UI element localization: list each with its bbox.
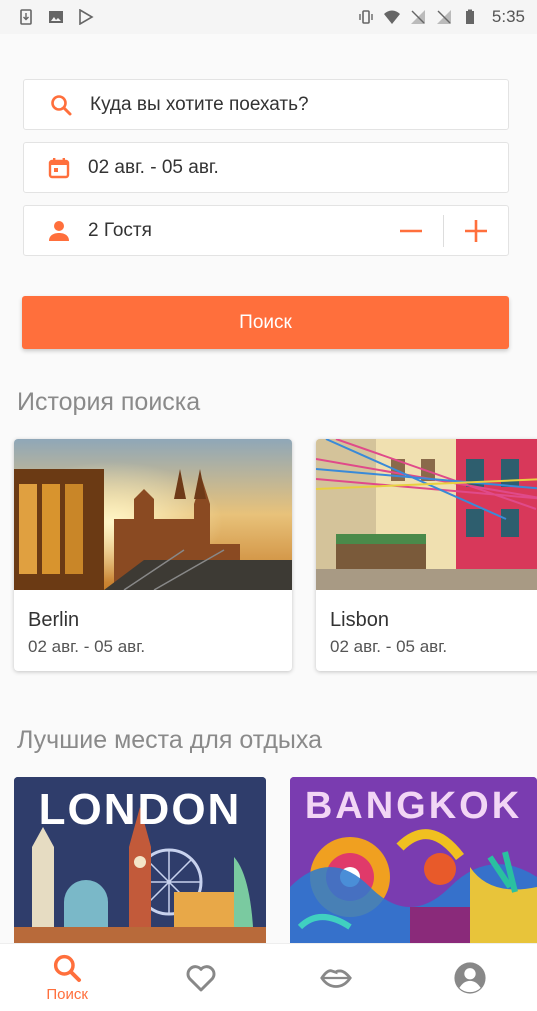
nav-kiss[interactable]	[269, 944, 403, 1011]
guests-value: 2 Гостя	[88, 219, 152, 241]
lips-icon	[319, 968, 352, 988]
search-icon	[48, 92, 74, 118]
minus-icon	[400, 229, 422, 232]
nav-favorites[interactable]	[134, 944, 268, 1011]
guests-stepper	[379, 206, 508, 255]
heart-icon	[186, 964, 216, 991]
guests-field: 2 Гостя	[23, 205, 509, 256]
history-title: История поиска	[17, 388, 201, 416]
plus-icon	[465, 219, 487, 242]
download-notification-icon	[20, 9, 32, 25]
berlin-photo	[14, 439, 292, 590]
destination-placeholder: Куда вы хотите поехать?	[90, 93, 309, 115]
account-icon	[454, 961, 486, 994]
decrement-button[interactable]	[379, 206, 443, 255]
vibrate-icon	[359, 10, 373, 24]
search-icon	[54, 954, 82, 982]
history-dates: 02 авг. - 05 авг.	[330, 637, 448, 656]
place-title: LONDON	[38, 785, 242, 834]
status-time: 5:35	[491, 7, 525, 26]
calendar-icon	[46, 155, 72, 181]
lisbon-photo	[316, 439, 537, 590]
history-card-lisbon[interactable]: Lisbon 02 авг. - 05 авг.	[316, 439, 537, 671]
search-button[interactable]: Поиск	[22, 296, 509, 349]
signal-off-icon-2	[436, 10, 451, 24]
dates-value: 02 авг. - 05 авг.	[88, 156, 219, 178]
wifi-icon	[383, 10, 400, 24]
history-card-berlin[interactable]: Berlin 02 авг. - 05 авг.	[14, 439, 292, 671]
play-store-notification-icon	[79, 9, 94, 25]
person-icon	[46, 218, 72, 244]
battery-icon	[465, 9, 474, 24]
history-city: Lisbon	[330, 609, 389, 631]
best-places-title: Лучшие места для отдыха	[17, 726, 323, 754]
increment-button[interactable]	[444, 206, 508, 255]
nav-search-label: Поиск	[46, 986, 88, 1003]
image-notification-icon	[49, 11, 63, 23]
destination-field[interactable]: Куда вы хотите поехать?	[23, 79, 509, 130]
bottom-navigation: Поиск	[0, 943, 537, 1011]
nav-search[interactable]: Поиск	[0, 944, 134, 1011]
history-dates: 02 авг. - 05 авг.	[28, 637, 146, 656]
signal-off-icon	[410, 10, 425, 24]
place-card-bangkok[interactable]: BANGKOK	[290, 777, 537, 947]
status-bar: 5:35	[0, 0, 537, 34]
place-card-london[interactable]: LONDON	[14, 777, 266, 947]
place-title: BANGKOK	[304, 785, 523, 827]
history-city: Berlin	[28, 609, 80, 631]
nav-account[interactable]	[403, 944, 537, 1011]
dates-field[interactable]: 02 авг. - 05 авг.	[23, 142, 509, 193]
